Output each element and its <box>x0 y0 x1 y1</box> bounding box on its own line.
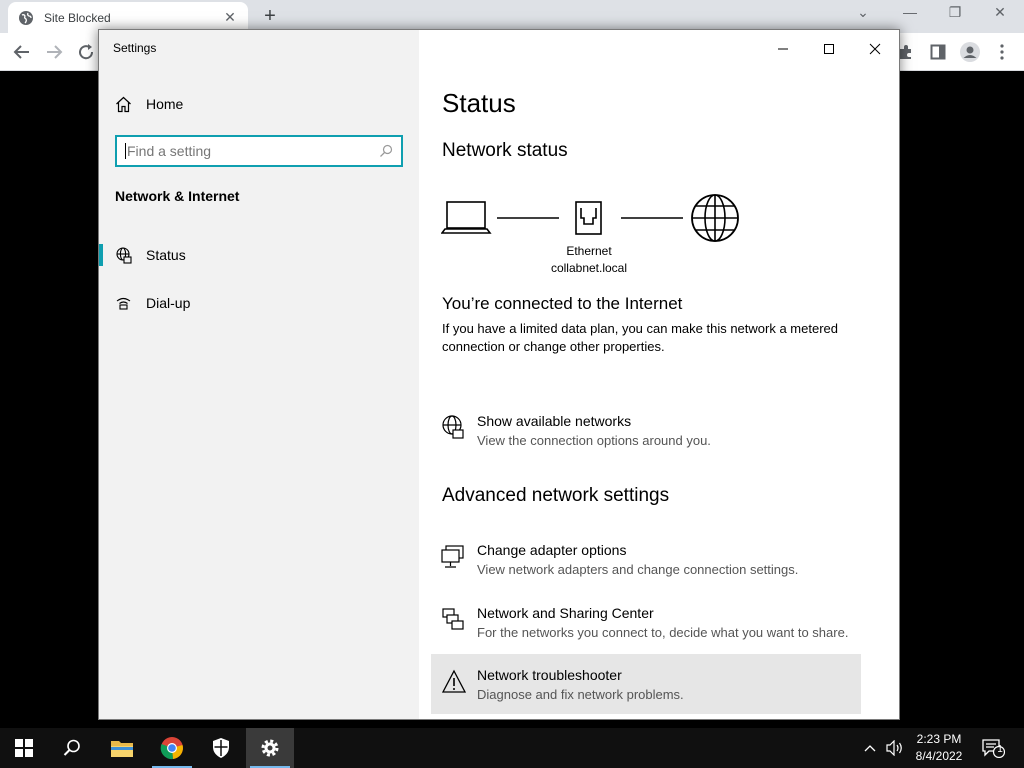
advanced-heading: Advanced network settings <box>442 485 670 506</box>
tab-title: Site Blocked <box>44 10 111 25</box>
side-panel-icon[interactable] <box>926 40 950 64</box>
change-adapter-options[interactable]: Change adapter options View network adap… <box>431 536 861 596</box>
network-sharing-center[interactable]: Network and Sharing Center For the netwo… <box>431 599 861 659</box>
taskbar-search-icon <box>63 739 80 756</box>
file-explorer-button[interactable] <box>98 728 146 768</box>
text-cursor <box>125 143 126 159</box>
chevron-up-icon <box>864 745 876 752</box>
dialup-icon <box>116 297 131 310</box>
reload-icon[interactable] <box>74 40 98 64</box>
network-status-icon <box>116 246 132 264</box>
internet-globe-icon <box>691 194 739 242</box>
home-icon <box>116 96 131 112</box>
setting-desc: View network adapters and change connect… <box>477 562 799 577</box>
nav-item-label: Dial-up <box>146 295 191 311</box>
tab-search-icon[interactable]: ⌄ <box>848 4 878 21</box>
nav-section-heading: Network & Internet <box>115 188 240 204</box>
setting-desc: For the networks you connect to, decide … <box>477 625 849 640</box>
nav-item-label: Status <box>146 247 186 263</box>
network-troubleshooter[interactable]: Network troubleshooter Diagnose and fix … <box>431 654 861 714</box>
warning-icon <box>441 669 467 693</box>
settings-window: Settings Home Network & Internet Sta <box>98 29 900 720</box>
close-button[interactable] <box>852 34 898 64</box>
new-tab-button[interactable]: + <box>258 5 282 29</box>
close-tab-icon[interactable]: ✕ <box>222 9 238 26</box>
chrome-icon <box>160 737 183 760</box>
page-title: Status <box>442 88 516 118</box>
show-available-networks[interactable]: Show available networks View the connect… <box>431 407 861 467</box>
setting-title: Show available networks <box>477 413 632 429</box>
folder-icon <box>111 741 133 757</box>
ethernet-icon <box>575 201 602 235</box>
maximize-icon <box>824 44 834 54</box>
network-domain: collabnet.local <box>550 261 628 275</box>
laptop-icon <box>441 201 492 234</box>
adapter-name: Ethernet <box>566 244 612 258</box>
forward-icon[interactable] <box>42 40 66 64</box>
nav-home[interactable]: Home <box>115 92 183 116</box>
network-diagram-graphic <box>441 194 739 242</box>
setting-title: Change adapter options <box>477 542 627 558</box>
clock[interactable]: 2:23 PM 8/4/2022 <box>904 731 974 765</box>
browser-close-icon[interactable]: ✕ <box>985 4 1015 21</box>
network-diagram: Ethernet collabnet.local <box>441 190 751 280</box>
volume-icon <box>886 740 902 756</box>
minimize-icon <box>778 48 788 50</box>
window-title: Settings <box>113 41 157 55</box>
setting-desc: Diagnose and fix network problems. <box>477 687 684 702</box>
chrome-button[interactable] <box>148 728 196 768</box>
volume-button[interactable] <box>884 728 906 768</box>
search-box[interactable] <box>115 135 403 167</box>
setting-desc: View the connection options around you. <box>477 433 711 448</box>
setting-title: Network troubleshooter <box>477 667 622 683</box>
clock-time: 2:23 PM <box>916 732 962 746</box>
nav-item-status[interactable]: Status <box>99 237 419 273</box>
defender-button[interactable] <box>197 728 245 768</box>
action-center-button[interactable]: 1 <box>978 728 1008 768</box>
shield-icon <box>213 738 229 758</box>
available-networks-icon <box>442 415 464 439</box>
search-button[interactable] <box>48 728 96 768</box>
notification-count: 1 <box>997 744 1003 755</box>
content-pane: Status Network status Ethernet collabnet… <box>419 30 899 719</box>
profile-icon[interactable] <box>958 40 982 64</box>
adapter-icon <box>441 545 464 568</box>
browser-minimize-icon[interactable]: — <box>895 4 925 20</box>
maximize-button[interactable] <box>806 34 852 64</box>
nav-pane: Settings Home Network & Internet Sta <box>99 30 419 719</box>
back-icon[interactable] <box>10 40 34 64</box>
close-icon <box>869 43 881 55</box>
clock-date: 8/4/2022 <box>915 749 963 763</box>
minimize-button[interactable] <box>760 34 806 64</box>
show-hidden-icons[interactable] <box>860 728 880 768</box>
connected-desc: If you have a limited data plan, you can… <box>442 321 838 354</box>
browser-menu-icon[interactable] <box>990 40 1014 64</box>
windows-logo-icon <box>15 739 33 757</box>
globe-icon <box>19 10 33 25</box>
search-icon[interactable] <box>379 144 393 158</box>
sharing-center-icon <box>442 608 464 630</box>
gear-icon <box>261 739 279 757</box>
start-button[interactable] <box>0 728 48 768</box>
nav-item-dialup[interactable]: Dial-up <box>99 285 419 321</box>
browser-restore-icon[interactable]: ❐ <box>940 4 970 21</box>
setting-title: Network and Sharing Center <box>477 605 654 621</box>
settings-taskbar-button[interactable] <box>246 728 294 768</box>
connected-title: You’re connected to the Internet <box>442 294 683 313</box>
network-status-heading: Network status <box>442 140 568 161</box>
search-input[interactable] <box>127 143 379 159</box>
taskbar: 2:23 PM 8/4/2022 1 <box>0 728 1024 768</box>
nav-home-label: Home <box>146 96 184 112</box>
